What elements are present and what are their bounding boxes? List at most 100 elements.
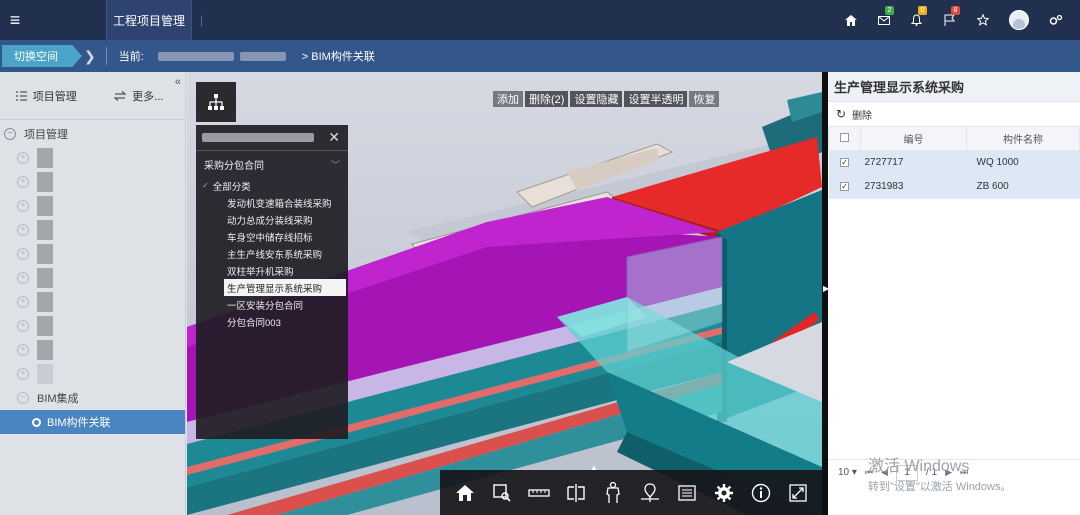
- plus-circle-icon[interactable]: +: [17, 200, 29, 212]
- row-check-cell[interactable]: ✓: [828, 150, 861, 175]
- tree-node[interactable]: +: [0, 146, 185, 170]
- restore-button[interactable]: 恢复: [689, 91, 720, 107]
- plus-circle-icon[interactable]: +: [17, 320, 29, 332]
- mail-icon[interactable]: 2: [867, 0, 900, 40]
- star-icon[interactable]: [966, 0, 999, 40]
- tree-node[interactable]: +: [0, 362, 185, 386]
- fullscreen-icon[interactable]: [786, 481, 810, 505]
- redacted-text: [157, 51, 234, 61]
- redacted-text: [37, 244, 53, 264]
- tree-node[interactable]: +: [0, 170, 185, 194]
- tree-node-bim-component-link[interactable]: BIM构件关联: [0, 410, 185, 434]
- tab-project-management[interactable]: 工程项目管理: [106, 0, 193, 40]
- row-check-cell[interactable]: ✓: [828, 174, 861, 199]
- tab-more[interactable]: 更多...: [93, 88, 186, 104]
- category-all[interactable]: ✓ 全部分类: [196, 177, 348, 194]
- tree-node-root[interactable]: − 项目管理: [0, 122, 185, 146]
- hamburger-menu-icon[interactable]: ≡: [0, 0, 30, 40]
- tree-node-label: 项目管理: [24, 129, 68, 141]
- properties-icon[interactable]: [675, 481, 699, 505]
- tree-node-bim[interactable]: − BIM集成: [0, 386, 185, 410]
- tree-node[interactable]: +: [0, 194, 185, 218]
- category-item[interactable]: 一区安装分包合同: [196, 296, 348, 313]
- circle-icon: [32, 417, 41, 427]
- refresh-icon[interactable]: ↻: [836, 107, 846, 121]
- category-item[interactable]: 动力总成分装线采购: [196, 211, 348, 228]
- tree-node[interactable]: +: [0, 218, 185, 242]
- category-item-selected[interactable]: 生产管理显示系统采购: [224, 279, 346, 296]
- tree-node[interactable]: +: [0, 314, 185, 338]
- category-item[interactable]: 发动机变速箱合装线采购: [196, 194, 348, 211]
- info-icon[interactable]: [749, 481, 773, 505]
- select-all-cell[interactable]: [828, 126, 861, 151]
- user-avatar-button[interactable]: [999, 0, 1039, 40]
- redacted-text: [37, 172, 53, 192]
- plus-circle-icon[interactable]: +: [17, 296, 29, 308]
- watermark-title: 激活 Windows: [868, 458, 970, 475]
- delete-button[interactable]: 删除: [852, 107, 872, 122]
- current-label: 当前:: [118, 51, 144, 63]
- windows-activation-watermark: 激活 Windows 转到"设置"以激活 Windows。: [868, 452, 1012, 494]
- list-icon: [15, 90, 27, 101]
- flag-badge: 8: [951, 6, 960, 15]
- close-icon[interactable]: ✕: [328, 129, 340, 146]
- plus-circle-icon[interactable]: +: [17, 152, 29, 164]
- tree-node[interactable]: +: [0, 242, 185, 266]
- table-row[interactable]: ✓ 2731983 ZB 600: [828, 174, 1080, 199]
- row-checkbox[interactable]: ✓: [840, 158, 849, 167]
- set-hidden-button[interactable]: 设置隐藏: [570, 91, 623, 107]
- row-checkbox[interactable]: ✓: [840, 182, 849, 191]
- check-icon: ✓: [202, 181, 209, 190]
- location-icon[interactable]: [638, 481, 662, 505]
- flag-icon[interactable]: 8: [933, 0, 966, 40]
- tab-label: 项目管理: [32, 90, 77, 103]
- watermark-subtitle: 转到"设置"以激活 Windows。: [868, 481, 1012, 493]
- category-item[interactable]: 主生产线安东系统采购: [196, 245, 348, 262]
- tab-project-management[interactable]: 项目管理: [0, 88, 93, 104]
- model-tree-toggle-button[interactable]: [196, 82, 236, 122]
- switch-space-button[interactable]: 切换空间: [2, 45, 82, 67]
- minus-circle-icon[interactable]: −: [4, 128, 16, 140]
- divider: [105, 47, 107, 65]
- plus-circle-icon[interactable]: +: [17, 272, 29, 284]
- set-translucent-button[interactable]: 设置半透明: [624, 91, 688, 107]
- top-icons: 2 0 8: [834, 0, 1072, 40]
- hierarchy-icon: [208, 94, 224, 110]
- bell-icon[interactable]: 0: [900, 0, 933, 40]
- table-row[interactable]: ✓ 2727717 WQ 1000: [828, 150, 1080, 175]
- tree-node[interactable]: +: [0, 266, 185, 290]
- category-item[interactable]: 双柱举升机采购: [196, 262, 348, 279]
- contract-select[interactable]: 采购分包合同 ﹀: [196, 151, 348, 177]
- select-all-checkbox[interactable]: [840, 132, 849, 142]
- add-button[interactable]: 添加: [493, 91, 523, 107]
- collapse-sidebar-icon[interactable]: «: [175, 76, 181, 88]
- plus-circle-icon[interactable]: +: [17, 248, 29, 260]
- tree-node[interactable]: +: [0, 338, 185, 362]
- person-icon[interactable]: [601, 481, 625, 505]
- plus-circle-icon[interactable]: +: [17, 344, 29, 356]
- measure-icon[interactable]: [527, 481, 551, 505]
- category-item[interactable]: 车身空中储存线招标: [196, 228, 348, 245]
- breadcrumb-current[interactable]: > BIM构件关联: [302, 48, 375, 64]
- redacted-text: [37, 364, 53, 384]
- zoom-box-icon[interactable]: [490, 481, 514, 505]
- tree-node[interactable]: +: [0, 290, 185, 314]
- section-icon[interactable]: [564, 481, 588, 505]
- avatar: [1009, 10, 1029, 30]
- page-size-select[interactable]: 10 ▾: [838, 467, 857, 478]
- column-header-code[interactable]: 编号: [860, 126, 967, 151]
- minus-circle-icon[interactable]: −: [17, 392, 29, 404]
- settings-icon[interactable]: [1039, 0, 1072, 40]
- viewer-bottom-toolbar: ▲: [440, 463, 822, 515]
- bim-3d-viewer[interactable]: 添加 删除(2) 设置隐藏 设置半透明 恢复 ✕ 采购分包合同 ﹀ ✓ 全部分类…: [187, 72, 822, 515]
- home-icon[interactable]: [834, 0, 867, 40]
- redacted-text: [37, 148, 53, 168]
- delete-button[interactable]: 删除(2): [525, 91, 569, 107]
- category-item[interactable]: 分包合同003: [196, 313, 348, 330]
- plus-circle-icon[interactable]: +: [17, 368, 29, 380]
- home-icon[interactable]: [453, 481, 477, 505]
- plus-circle-icon[interactable]: +: [17, 176, 29, 188]
- plus-circle-icon[interactable]: +: [17, 224, 29, 236]
- settings-icon[interactable]: [712, 481, 736, 505]
- column-header-name[interactable]: 构件名称: [966, 126, 1080, 151]
